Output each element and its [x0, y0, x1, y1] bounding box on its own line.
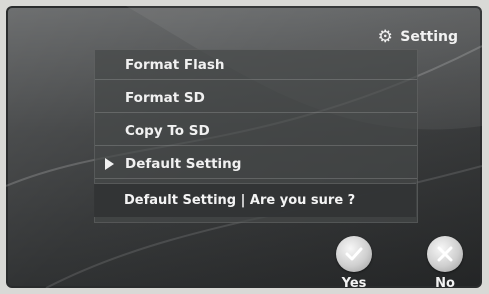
settings-header: ⚙ Setting	[376, 28, 458, 46]
gear-icon: ⚙	[377, 26, 393, 47]
menu-item-format-flash[interactable]: Format Flash	[95, 50, 417, 80]
menu-item-label: Copy To SD	[125, 122, 210, 139]
menu-item-label: Format SD	[125, 89, 205, 106]
confirm-prompt-text: Default Setting | Are you sure ?	[124, 193, 356, 208]
device-screen: ⚙ Setting Format Flash Format SD Copy To…	[6, 6, 482, 288]
menu-item-label: Default Setting	[125, 155, 242, 172]
menu-item-copy-to-sd[interactable]: Copy To SD	[95, 116, 417, 146]
yes-button[interactable]: Yes	[331, 236, 377, 288]
settings-title: Setting	[400, 29, 458, 45]
menu-item-label: Format Flash	[125, 56, 225, 73]
confirm-prompt: Default Setting | Are you sure ?	[94, 183, 416, 217]
check-icon	[336, 236, 372, 272]
no-button[interactable]: No	[422, 236, 468, 288]
close-icon	[427, 236, 463, 272]
no-label: No	[435, 276, 455, 288]
yes-label: Yes	[341, 276, 367, 288]
menu-item-format-sd[interactable]: Format SD	[95, 83, 417, 113]
menu-item-default-setting[interactable]: Default Setting	[95, 149, 417, 179]
selection-arrow-icon	[105, 157, 114, 170]
